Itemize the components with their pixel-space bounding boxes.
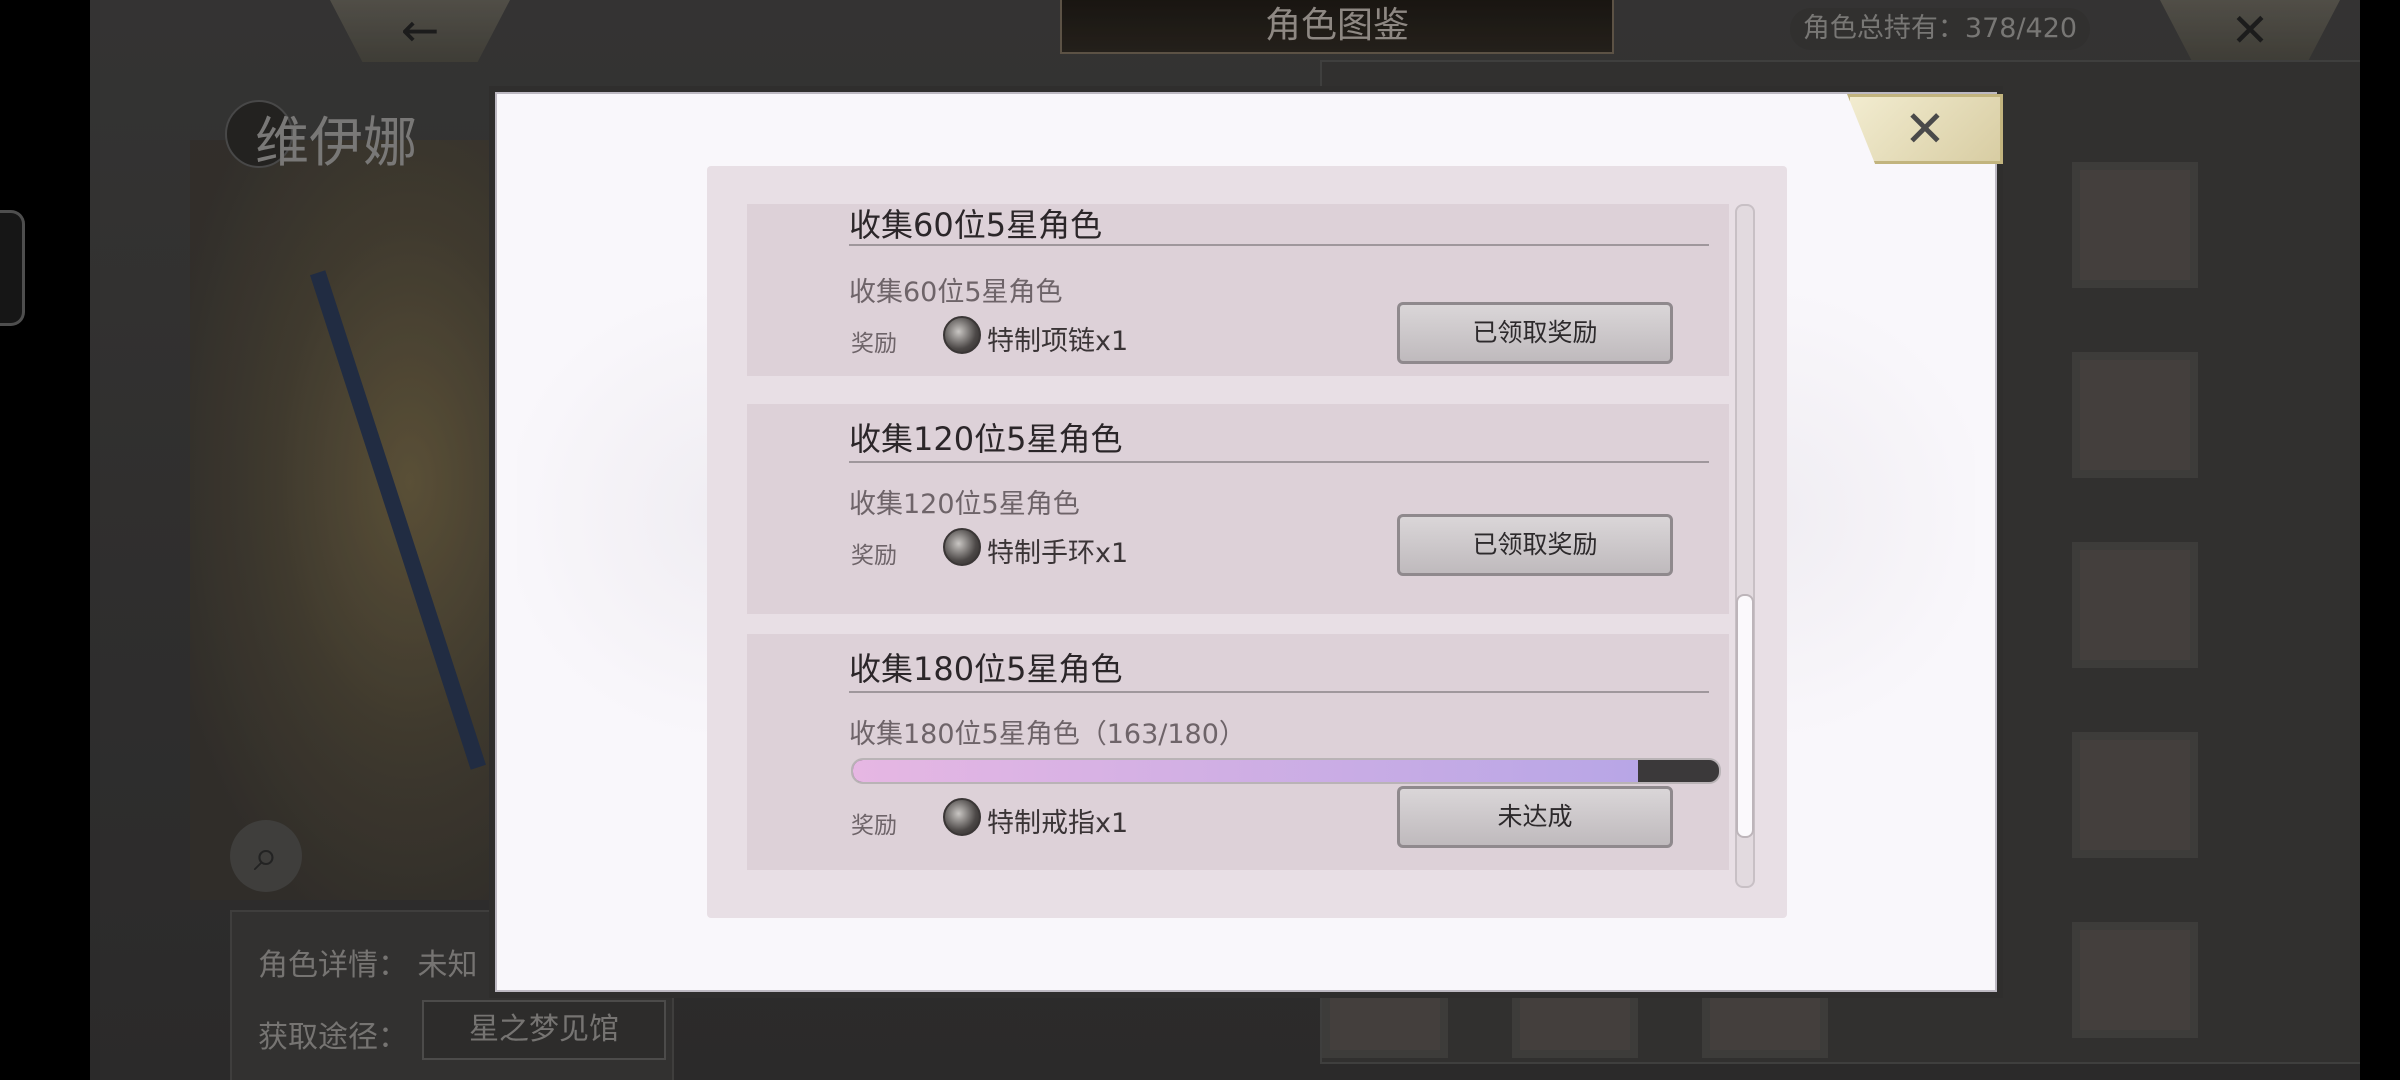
reward-label: 奖励 <box>851 543 897 569</box>
reward-name: 特制戒指x1 <box>987 808 1129 839</box>
necklace-icon <box>943 316 981 354</box>
item-title: 收集180位5星角色 <box>849 650 1123 688</box>
item-title: 收集60位5星角色 <box>849 206 1103 244</box>
ring-icon <box>943 798 981 836</box>
reward-label: 奖励 <box>851 813 897 839</box>
reward-name: 特制手环x1 <box>987 538 1129 569</box>
progress-fill <box>853 760 1638 782</box>
bracelet-icon <box>943 528 981 566</box>
list-scrollbar-thumb[interactable] <box>1736 594 1754 838</box>
item-divider <box>849 244 1709 246</box>
item-divider <box>849 691 1709 693</box>
reward-list: 收集60位5星角色 收集60位5星角色 奖励 特制项链x1 已领取奖励 收集12… <box>707 166 1787 918</box>
item-divider <box>849 461 1709 463</box>
claimed-button[interactable]: 已领取奖励 <box>1397 514 1673 576</box>
close-icon: ✕ <box>1904 100 1946 158</box>
item-title: 收集120位5星角色 <box>849 420 1123 458</box>
item-description: 收集60位5星角色 <box>849 277 1063 308</box>
reward-name: 特制项链x1 <box>987 326 1129 357</box>
collection-reward-modal: ✕ 收集60位5星角色 收集60位5星角色 奖励 特制项链x1 已领取奖励 收集… <box>495 92 2003 992</box>
reward-item: 收集180位5星角色 收集180位5星角色（163/180） 奖励 特制戒指x1… <box>747 634 1729 870</box>
reward-item: 收集60位5星角色 收集60位5星角色 奖励 特制项链x1 已领取奖励 <box>747 204 1729 376</box>
claimed-button[interactable]: 已领取奖励 <box>1397 302 1673 364</box>
progress-bar <box>851 758 1721 784</box>
modal-close-button[interactable]: ✕ <box>1847 94 2003 164</box>
reward-label: 奖励 <box>851 331 897 357</box>
item-description: 收集120位5星角色 <box>849 489 1080 520</box>
not-achieved-button[interactable]: 未达成 <box>1397 786 1673 848</box>
reward-list-viewport[interactable]: 收集60位5星角色 收集60位5星角色 奖励 特制项链x1 已领取奖励 收集12… <box>747 204 1729 884</box>
item-description: 收集180位5星角色（163/180） <box>849 719 1246 750</box>
reward-item: 收集120位5星角色 收集120位5星角色 奖励 特制手环x1 已领取奖励 <box>747 404 1729 614</box>
